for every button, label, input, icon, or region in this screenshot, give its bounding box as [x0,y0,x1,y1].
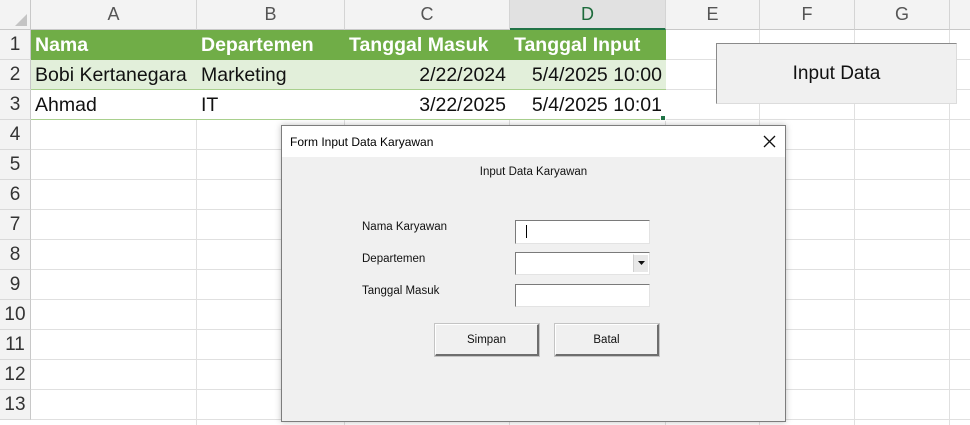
column-header-e[interactable]: E [666,0,760,30]
column-header-b[interactable]: B [197,0,345,30]
close-button[interactable] [753,126,785,157]
row-header-6[interactable]: 6 [0,180,31,210]
column-header-a[interactable]: A [31,0,197,30]
row-header-9[interactable]: 9 [0,270,31,300]
row-header-2[interactable]: 2 [0,60,31,90]
table-header-nama[interactable]: Nama [31,30,197,60]
dialog-titlebar[interactable]: Form Input Data Karyawan [282,126,785,157]
close-icon [763,135,775,148]
table-cell[interactable]: 5/4/2025 10:01 [510,90,666,120]
simpan-button[interactable]: Simpan [434,323,540,357]
dropdown-arrow-icon [637,261,645,265]
row-header-10[interactable]: 10 [0,300,31,330]
nama-karyawan-label: Nama Karyawan [362,221,448,233]
table-divider [31,119,666,120]
select-all-corner[interactable] [0,0,31,30]
form-input-dialog: Form Input Data Karyawan Input Data Kary… [281,125,786,422]
column-header-h[interactable] [950,0,970,30]
departemen-label: Departemen [362,253,426,265]
column-header-c[interactable]: C [345,0,510,30]
form-heading: Input Data Karyawan [479,166,588,178]
row-header-13[interactable]: 13 [0,390,31,420]
column-header-g[interactable]: G [855,0,950,30]
text-caret [526,225,527,238]
tanggal-masuk-label: Tanggal Masuk [362,285,440,297]
table-header-tanggal-masuk[interactable]: Tanggal Masuk [345,30,510,60]
table-cell[interactable]: Marketing [197,60,345,90]
table-resize-handle[interactable] [660,115,666,121]
nama-karyawan-input[interactable] [515,220,650,244]
row-header-12[interactable]: 12 [0,360,31,390]
row-header-7[interactable]: 7 [0,210,31,240]
table-cell[interactable]: IT [197,90,345,120]
table-header-tanggal-input[interactable]: Tanggal Input [510,30,666,60]
row-header-1[interactable]: 1 [0,30,31,60]
table-cell[interactable]: 5/4/2025 10:00 [510,60,666,90]
dialog-title: Form Input Data Karyawan [290,134,434,149]
row-header-4[interactable]: 4 [0,120,31,150]
table-divider [31,89,666,90]
row-header-5[interactable]: 5 [0,150,31,180]
table-cell[interactable]: 3/22/2025 [345,90,510,120]
row-header-8[interactable]: 8 [0,240,31,270]
batal-button[interactable]: Batal [554,323,660,357]
table-cell[interactable]: Ahmad [31,90,197,120]
input-data-button[interactable]: Input Data [716,43,957,104]
tanggal-masuk-input[interactable] [515,284,650,307]
departemen-dropdown-button[interactable] [633,254,648,272]
table-cell[interactable]: Bobi Kertanegara [31,60,197,90]
table-cell[interactable]: 2/22/2024 [345,60,510,90]
row-header-3[interactable]: 3 [0,90,31,120]
departemen-combobox[interactable] [515,252,650,275]
table-header-departemen[interactable]: Departemen [197,30,345,60]
column-header-d[interactable]: D [510,0,666,30]
column-header-f[interactable]: F [760,0,855,30]
row-header-11[interactable]: 11 [0,330,31,360]
